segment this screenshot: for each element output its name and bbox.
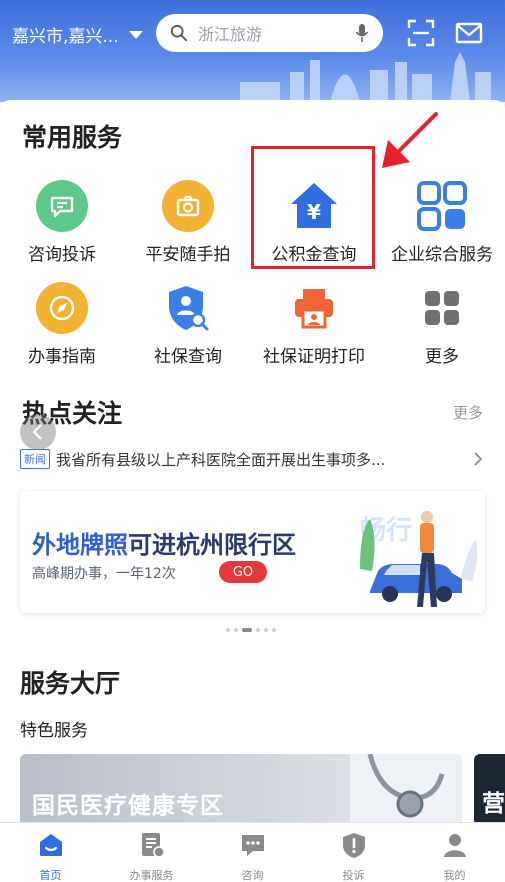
home-icon	[39, 834, 62, 856]
nav-services[interactable]: 办事服务	[101, 823, 202, 882]
carousel-dot-active	[242, 628, 252, 632]
nav-profile[interactable]: 我的	[404, 823, 505, 882]
service-consult-complaint[interactable]: 咨询投诉	[2, 180, 122, 265]
banner-title-highlight: 外地牌照	[32, 531, 128, 559]
next-feature-card[interactable]: 营	[474, 754, 505, 826]
printer-icon	[288, 282, 340, 334]
location-label: 嘉兴市,嘉兴...	[12, 27, 119, 47]
service-label: 办事指南	[28, 347, 96, 367]
nav-home[interactable]: 首页	[0, 823, 101, 882]
header: 嘉兴市,嘉兴... 浙江旅游	[0, 0, 505, 102]
car-person-illustration: 畅行	[360, 511, 478, 607]
more-grid-icon	[416, 282, 468, 334]
service-label: 企业综合服务	[391, 245, 493, 265]
carousel-dot	[234, 628, 238, 632]
carousel-indicator	[226, 628, 276, 632]
carousel-dot	[226, 628, 230, 632]
search-bar[interactable]: 浙江旅游	[156, 14, 383, 52]
user-icon	[443, 834, 466, 857]
shield-search-icon	[162, 282, 214, 334]
annotation-highlight-box	[251, 146, 375, 269]
nav-label: 我的	[443, 869, 466, 882]
caret-down-icon	[128, 30, 143, 39]
message-icon	[241, 835, 264, 856]
nav-label: 首页	[39, 869, 62, 882]
chevron-left-icon	[32, 424, 42, 440]
banner-title-rest: 可进杭州限行区	[128, 531, 296, 559]
news-headline: 我省所有县级以上产科医院全面开展出生事项多...	[56, 450, 386, 469]
banner-go-button[interactable]: GO	[219, 561, 267, 583]
grid-icon	[416, 180, 468, 232]
next-feature-card-title: 营	[482, 791, 505, 817]
search-placeholder: 浙江旅游	[198, 25, 263, 44]
service-social-security-query[interactable]: 社保查询	[128, 282, 248, 367]
news-badge: 新闻	[20, 449, 50, 469]
camera-icon	[162, 180, 214, 232]
nav-complaint[interactable]: 投诉	[303, 823, 404, 882]
service-label: 咨询投诉	[28, 245, 96, 265]
carousel-dot	[256, 628, 260, 632]
news-ticker[interactable]: 新闻 我省所有县级以上产科医院全面开展出生事项多...	[20, 447, 485, 471]
carousel-dot	[264, 628, 268, 632]
service-label: 社保查询	[154, 347, 222, 367]
service-label: 社保证明打印	[263, 347, 365, 367]
nav-label: 办事服务	[129, 869, 174, 882]
mail-icon[interactable]	[454, 18, 484, 48]
scan-icon[interactable]	[406, 18, 436, 48]
nav-consult[interactable]: 咨询	[202, 823, 303, 882]
chat-bubble-icon	[36, 180, 88, 232]
common-services-title: 常用服务	[22, 123, 123, 152]
service-enterprise[interactable]: 企业综合服务	[382, 180, 502, 265]
promo-banner[interactable]: 外地牌照可进杭州限行区 高峰期办事，一年12次 GO 畅行	[20, 491, 485, 613]
shield-alert-icon	[342, 833, 365, 858]
service-label: 平安随手拍	[145, 245, 231, 265]
carousel-prev-button[interactable]	[20, 414, 56, 450]
service-social-security-print[interactable]: 社保证明打印	[254, 282, 374, 367]
banner-title: 外地牌照可进杭州限行区	[32, 525, 296, 560]
service-hall-title: 服务大厅	[20, 669, 121, 698]
service-guide[interactable]: 办事指南	[2, 282, 122, 367]
healthcare-zone-card[interactable]: 国民医疗健康专区	[20, 754, 462, 826]
banner-subtitle: 高峰期办事，一年12次	[32, 566, 176, 582]
service-safety-snapshot[interactable]: 平安随手拍	[128, 180, 248, 265]
nav-label: 咨询	[241, 869, 264, 882]
stethoscope-illustration	[350, 754, 462, 826]
bottom-navigation: 首页 办事服务 咨询 投诉 我的	[0, 822, 505, 882]
healthcare-zone-title: 国民医疗健康专区	[32, 793, 224, 819]
chevron-right-icon	[474, 452, 483, 466]
carousel-dot	[272, 628, 276, 632]
annotation-arrow	[382, 112, 438, 168]
nav-label: 投诉	[342, 869, 365, 882]
compass-icon	[36, 282, 88, 334]
hot-topics-more-link[interactable]: 更多	[453, 402, 483, 423]
featured-services-subtitle: 特色服务	[20, 721, 88, 741]
location-selector[interactable]: 嘉兴市,嘉兴...	[12, 22, 143, 47]
microphone-icon[interactable]	[355, 23, 369, 43]
document-icon	[141, 833, 165, 858]
service-more[interactable]: 更多	[382, 282, 502, 367]
search-icon	[170, 24, 188, 42]
service-label: 更多	[425, 347, 459, 367]
